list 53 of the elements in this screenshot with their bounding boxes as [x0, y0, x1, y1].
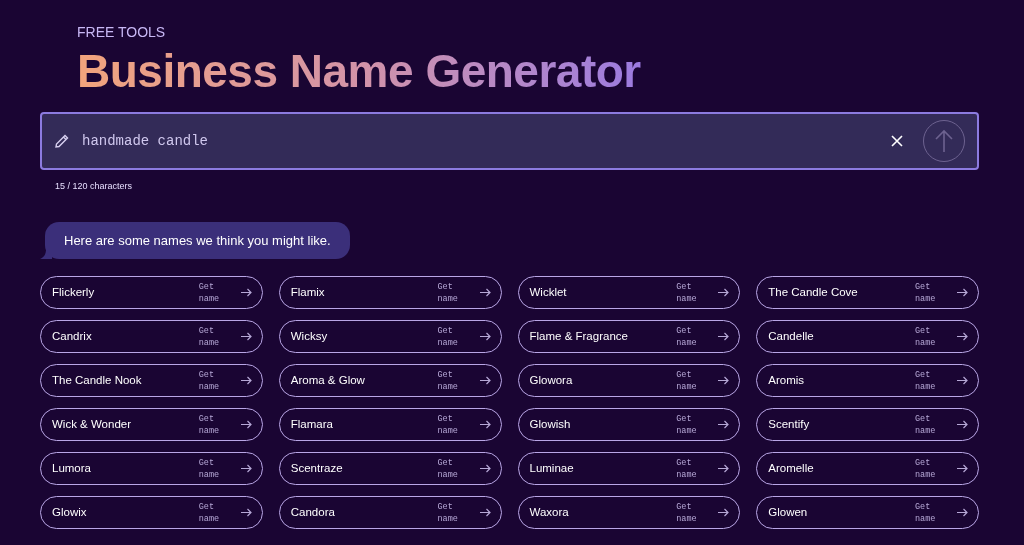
get-name-button[interactable]: Get name	[198, 324, 252, 349]
get-name-button[interactable]: Get name	[437, 324, 491, 349]
business-name: Wicklet	[529, 284, 568, 300]
business-name: Aromelle	[768, 460, 815, 476]
business-name: Aromis	[768, 372, 806, 388]
business-name: Flame & Fragrance	[529, 328, 629, 344]
get-name-button[interactable]: Get name	[915, 324, 968, 349]
get-name-button[interactable]: Get name	[915, 280, 968, 305]
business-name: Glowen	[768, 504, 809, 520]
business-name: Candrix	[52, 328, 93, 344]
business-name: Candora	[290, 504, 336, 520]
business-name: Luminae	[529, 460, 575, 476]
get-name-button[interactable]: Get name	[437, 280, 491, 305]
business-name: Glowix	[52, 504, 88, 520]
business-name: Lumora	[52, 460, 92, 476]
get-name-button[interactable]: Get name	[198, 456, 252, 481]
prompt-field[interactable]: handmade candle	[40, 112, 979, 170]
business-name: Scentify	[768, 416, 811, 432]
business-name: The Candle Cove	[768, 284, 859, 300]
get-name-button[interactable]: Get name	[915, 368, 968, 393]
business-name: Scentraze	[290, 460, 344, 476]
business-name: Aroma & Glow	[290, 372, 366, 388]
business-name: Waxora	[529, 504, 570, 520]
business-name: Flamara	[290, 416, 334, 432]
get-name-button[interactable]: Get name	[676, 500, 730, 525]
business-name: Wick & Wonder	[52, 416, 133, 432]
get-name-button[interactable]: Get name	[676, 280, 730, 305]
get-name-button[interactable]: Get name	[437, 500, 491, 525]
get-name-button[interactable]: Get name	[437, 412, 491, 437]
message-bubble: Here are some names we think you might like.	[45, 222, 350, 259]
get-name-button[interactable]: Get name	[198, 412, 252, 437]
business-name: Glowish	[529, 416, 572, 432]
get-name-button[interactable]: Get name	[437, 368, 491, 393]
get-name-button[interactable]: Get name	[676, 368, 730, 393]
get-name-button[interactable]: Get name	[676, 324, 730, 349]
business-name: Flamix	[290, 284, 326, 300]
get-name-button[interactable]: Get name	[676, 412, 730, 437]
character-counter: 15 / 120 characters	[55, 180, 133, 193]
prompt-input[interactable]: handmade candle	[82, 130, 887, 152]
business-name: The Candle Nook	[52, 372, 143, 388]
get-name-button[interactable]: Get name	[915, 456, 968, 481]
get-name-button[interactable]: Get name	[437, 456, 491, 481]
get-name-button[interactable]: Get name	[676, 456, 730, 481]
business-name: Wicksy	[290, 328, 329, 344]
get-name-button[interactable]: Get name	[915, 412, 968, 437]
business-name: Glowora	[529, 372, 574, 388]
eyebrow-label: FREE TOOLS	[77, 23, 166, 42]
get-name-button[interactable]: Get name	[915, 500, 968, 525]
get-name-button[interactable]: Get name	[198, 280, 252, 305]
business-name: Flickerly	[52, 284, 96, 300]
get-name-button[interactable]: Get name	[198, 500, 252, 525]
business-name: Candelle	[768, 328, 815, 344]
get-name-button[interactable]: Get name	[198, 368, 252, 393]
